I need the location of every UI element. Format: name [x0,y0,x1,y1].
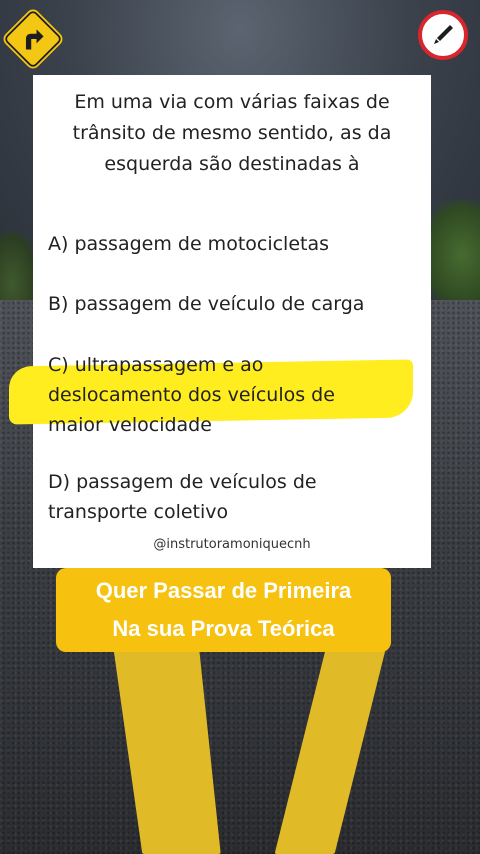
question-line: esquerda são destinadas à [104,153,360,175]
question-text: Em uma via com várias faixas de trânsito… [43,87,421,180]
banner-line-2: Na sua Prova Teórica [112,616,335,641]
question-card: Em uma via com várias faixas de trânsito… [9,75,431,568]
option-d[interactable]: D) passagem de veículos de transporte co… [48,467,418,527]
author-handle: @instrutoramoniquecnh [153,537,311,552]
option-line: C) ultrapassagem e ao [48,354,264,376]
edit-pencil-icon[interactable] [418,10,468,60]
option-line: maior velocidade [48,414,212,436]
question-line: trânsito de mesmo sentido, as da [72,122,392,144]
option-line: deslocamento dos veículos de [48,384,335,406]
option-line: transporte coletivo [48,501,229,523]
option-c[interactable]: C) ultrapassagem e ao deslocamento dos v… [48,350,418,440]
banner-line-1: Quer Passar de Primeira [95,578,352,603]
promo-banner[interactable]: Quer Passar de Primeira Na sua Prova Teó… [56,568,391,652]
option-line: B) passagem de veículo de carga [48,293,365,315]
option-line: A) passagem de motocicletas [48,233,330,255]
option-a[interactable]: A) passagem de motocicletas [48,229,418,259]
question-line: Em uma via com várias faixas de [74,91,390,113]
option-b[interactable]: B) passagem de veículo de carga [48,289,418,319]
option-line: D) passagem de veículos de [48,471,317,493]
